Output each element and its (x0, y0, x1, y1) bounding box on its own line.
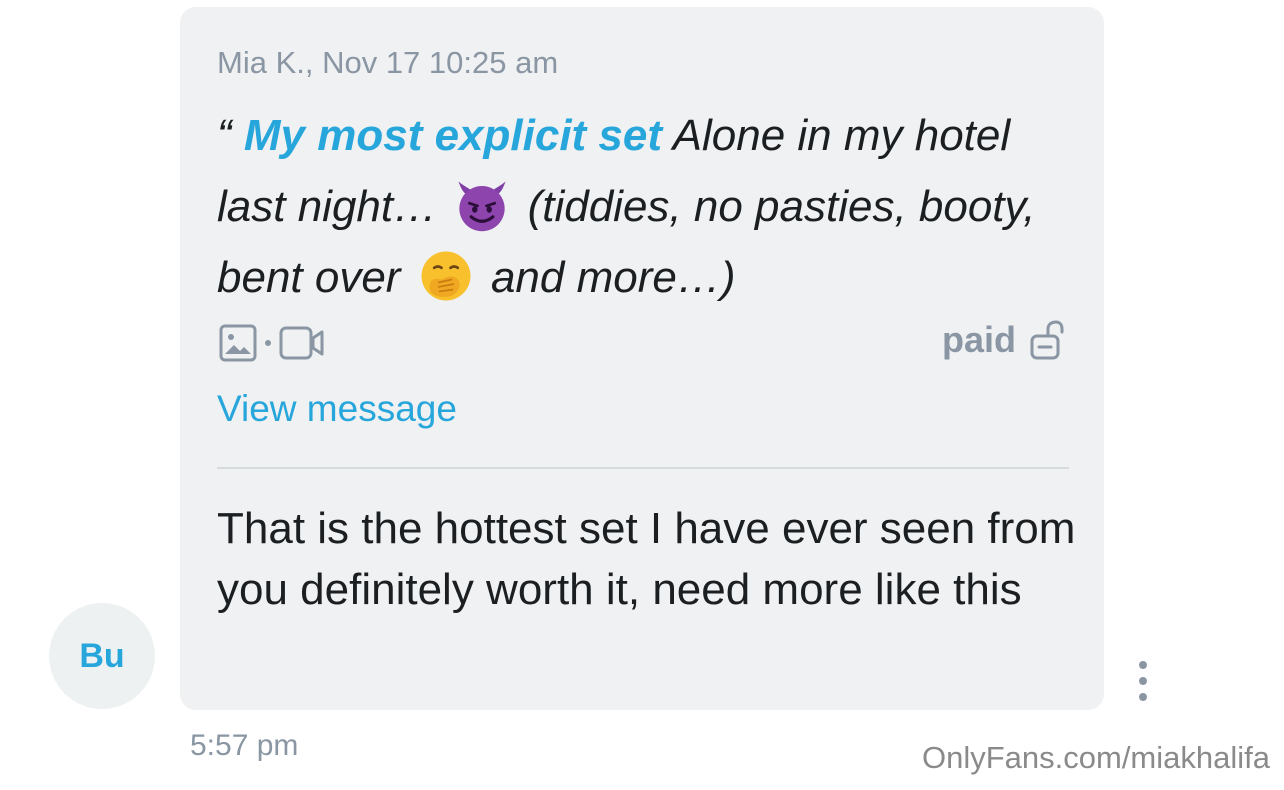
avatar[interactable]: Bu (49, 603, 155, 709)
video-icon (279, 326, 324, 360)
more-options-dot (1139, 693, 1147, 701)
paid-status: paid (942, 319, 1064, 361)
face-with-hand-over-mouth-icon (421, 251, 471, 301)
media-indicators (219, 324, 325, 362)
message-timestamp: 5:57 pm (190, 729, 299, 762)
more-options-dot (1139, 677, 1147, 685)
unlocked-icon (1030, 320, 1064, 360)
divider (217, 467, 1069, 469)
quoted-message-highlight: My most explicit set (243, 111, 663, 160)
watermark: OnlyFans.com/miakhalifa (921, 740, 1270, 775)
smiling-face-with-horns-icon (458, 181, 506, 232)
avatar-initials: Bu (79, 636, 125, 675)
quoted-message-meta: Mia K., Nov 17 10:25 am (217, 45, 559, 80)
message-bubble: Mia K., Nov 17 10:25 am “ My most explic… (180, 7, 1104, 710)
paid-label: paid (941, 319, 1016, 360)
quote-mark: “ (217, 111, 232, 160)
image-icon (219, 324, 257, 362)
more-options-dot (1139, 661, 1147, 669)
view-message-link[interactable]: View message (217, 388, 457, 430)
quoted-message-text-part3: and more…) (490, 253, 736, 302)
reply-message-text: That is the hottest set I have ever seen… (217, 504, 1076, 614)
more-options-button[interactable] (1128, 661, 1158, 701)
quoted-message-text: “ My most explicit set Alone in my hotel… (217, 100, 1077, 313)
media-separator-dot (265, 340, 271, 346)
